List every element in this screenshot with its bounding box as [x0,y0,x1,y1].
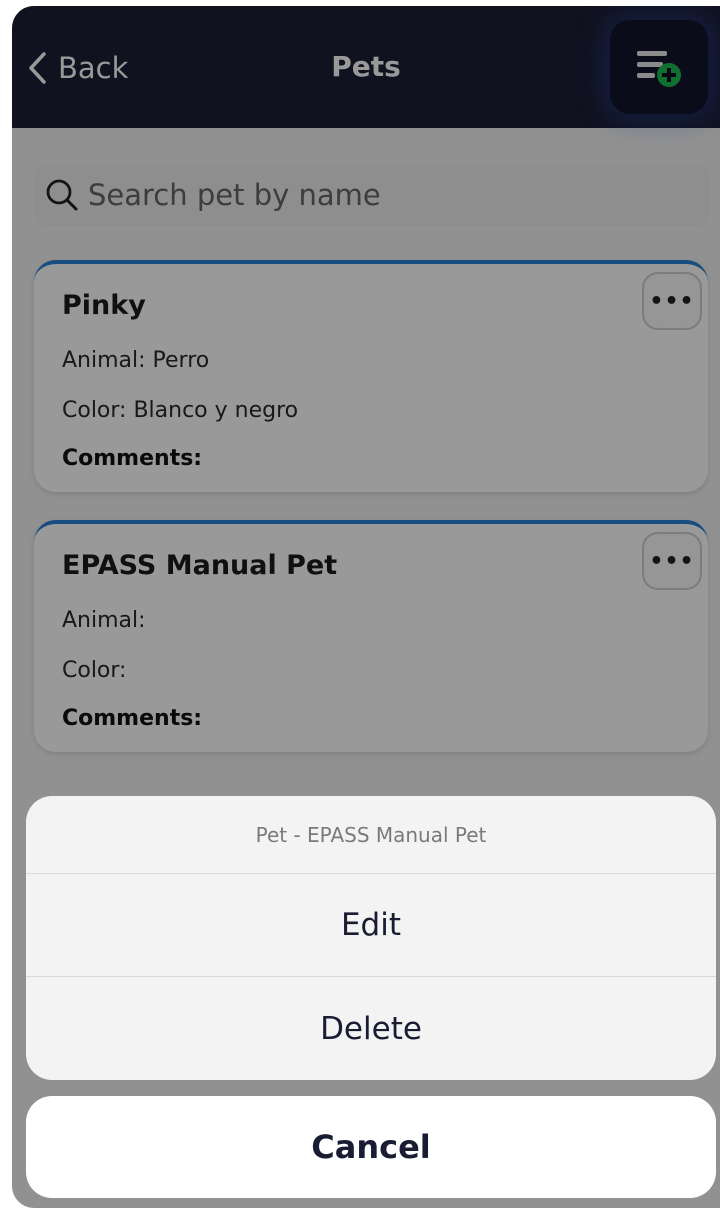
cancel-button[interactable]: Cancel [26,1096,716,1198]
edit-button[interactable]: Edit [26,874,716,977]
action-sheet: Pet - EPASS Manual Pet Edit Delete [26,796,716,1080]
pets-screen: Back Pets Pinky ••• Animal: Perro Color:… [12,6,720,1208]
delete-button[interactable]: Delete [26,977,716,1080]
action-sheet-title: Pet - EPASS Manual Pet [26,796,716,874]
